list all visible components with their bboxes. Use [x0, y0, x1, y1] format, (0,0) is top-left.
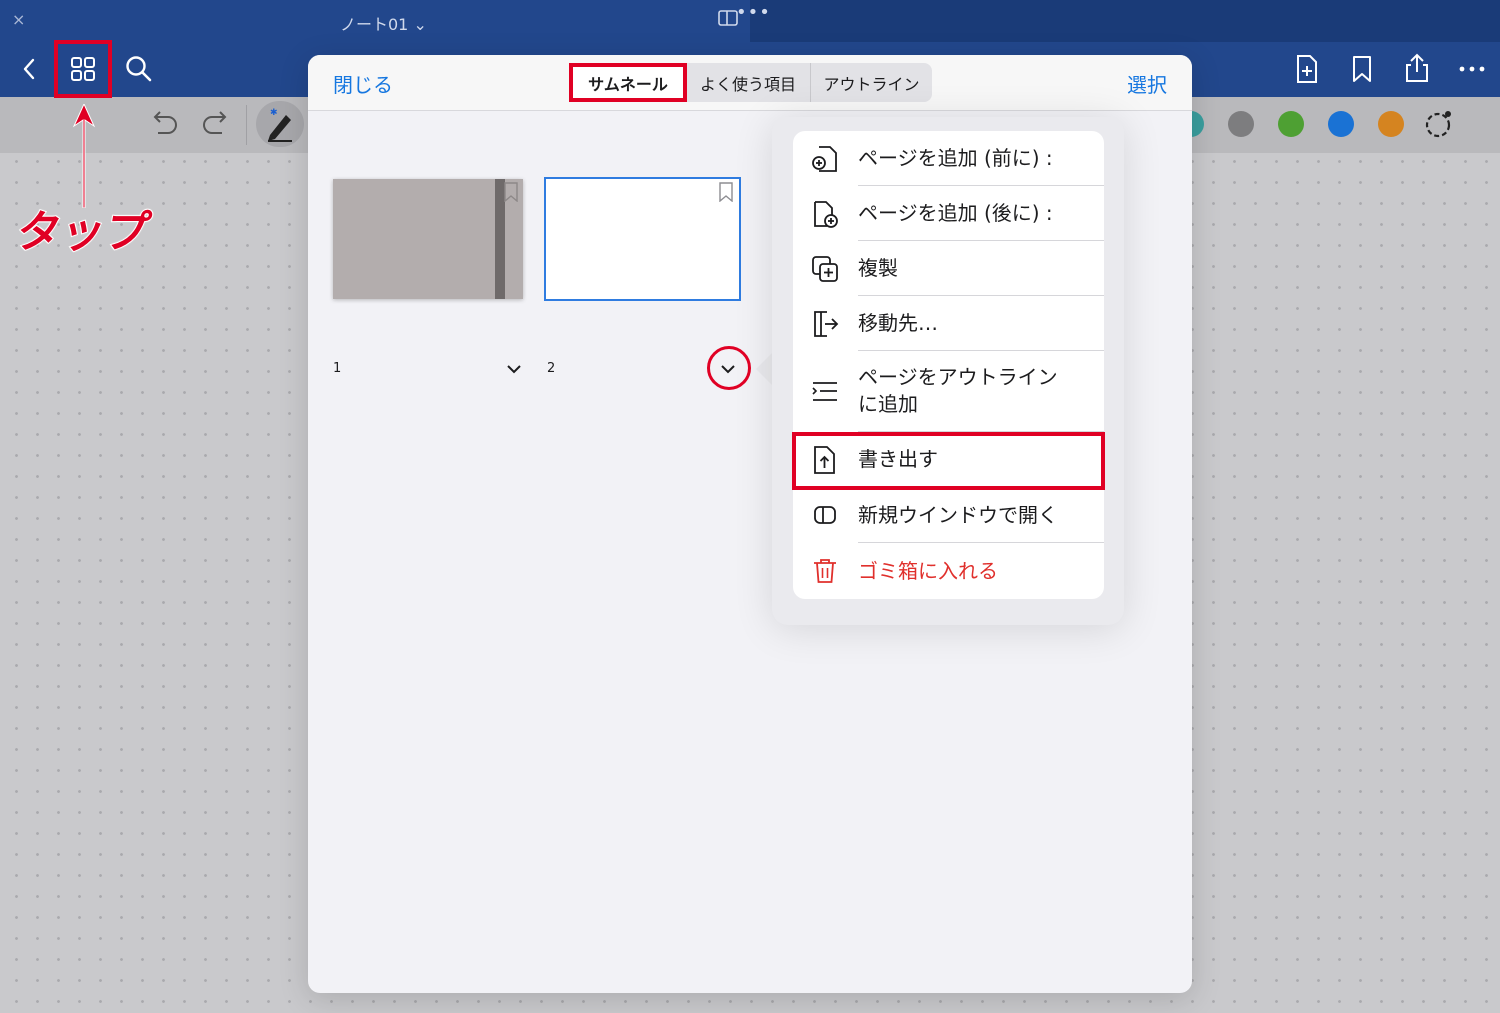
menu-item-label-line2: に追加	[858, 392, 918, 416]
color-swatch-orange[interactable]	[1378, 111, 1404, 137]
toolbar-divider	[246, 105, 247, 145]
trash-icon	[809, 555, 841, 587]
search-button[interactable]	[120, 50, 158, 88]
pen-tool-button[interactable]: ✱	[256, 101, 304, 147]
menu-item-duplicate[interactable]: 複製	[793, 241, 1104, 296]
page-1-menu-chevron-icon[interactable]	[504, 359, 524, 379]
add-page-icon	[1297, 55, 1317, 83]
thumbnail-bookmark-icon[interactable]	[718, 182, 734, 202]
tab-outline[interactable]: アウトライン	[810, 63, 932, 102]
menu-item-label: ページを追加 (後に) :	[858, 201, 1053, 225]
undo-icon[interactable]	[146, 109, 180, 139]
menu-item-add-after[interactable]: ページを追加 (後に) :	[793, 186, 1104, 241]
menu-item-label: ゴミ箱に入れる	[858, 558, 998, 583]
page-context-popover: ページを追加 (前に) : ページを追加 (後に) : 複製 移動先… ページを…	[772, 117, 1124, 625]
more-button[interactable]	[1454, 52, 1490, 86]
pen-icon: ✱	[268, 108, 292, 142]
menu-item-add-before[interactable]: ページを追加 (前に) :	[793, 131, 1104, 186]
redo-icon[interactable]	[200, 109, 234, 139]
menu-item-add-to-outline[interactable]: ページをアウトライン に追加	[793, 351, 1104, 432]
move-icon	[809, 308, 841, 340]
menu-item-label: ページを追加 (前に) :	[858, 146, 1053, 170]
bookmark-icon	[1353, 56, 1371, 82]
page-number-2: 2	[547, 361, 556, 376]
share-icon	[1406, 53, 1428, 82]
page-add-after-icon	[809, 198, 841, 230]
page-number-1: 1	[333, 361, 342, 376]
page-add-before-icon	[809, 143, 841, 175]
menu-item-label: 複製	[858, 256, 898, 280]
annotation-arrow-icon	[72, 104, 96, 208]
page-context-menu: ページを追加 (前に) : ページを追加 (後に) : 複製 移動先… ページを…	[793, 131, 1104, 599]
duplicate-icon	[809, 253, 841, 285]
back-chevron-icon	[23, 58, 35, 80]
new-window-icon	[809, 499, 841, 531]
back-button[interactable]	[14, 52, 44, 86]
split-view-icon[interactable]	[718, 10, 738, 26]
panel-header: 閉じる サムネール よく使う項目 アウトライン 選択	[308, 55, 1192, 111]
annotation-chevron-circle	[707, 346, 751, 390]
menu-item-move[interactable]: 移動先…	[793, 296, 1104, 351]
menu-item-label: ページをアウトライン	[858, 365, 1058, 389]
menu-item-move-to-trash[interactable]: ゴミ箱に入れる	[793, 543, 1104, 599]
color-swatch-gray[interactable]	[1228, 111, 1254, 137]
multitask-dots[interactable]: •••	[736, 2, 771, 23]
page-thumbnail-1[interactable]	[333, 179, 523, 299]
color-swatch-blue[interactable]	[1328, 111, 1354, 137]
add-page-button[interactable]	[1290, 52, 1324, 86]
tab-favorites[interactable]: よく使う項目	[686, 63, 810, 102]
menu-item-open-new-window[interactable]: 新規ウインドウで開く	[793, 487, 1104, 543]
share-button[interactable]	[1400, 50, 1434, 86]
annotation-grid-highlight	[54, 40, 112, 98]
outline-list-icon	[809, 376, 841, 408]
menu-item-label: 移動先…	[858, 311, 938, 335]
select-button[interactable]: 選択	[1127, 69, 1167, 98]
page-thumbnail-2[interactable]	[544, 177, 741, 301]
lasso-icon[interactable]	[1424, 109, 1454, 139]
annotation-export-highlight	[792, 432, 1105, 490]
close-button[interactable]: 閉じる	[333, 69, 393, 98]
svg-text:✱: ✱	[270, 108, 278, 118]
search-icon	[126, 56, 152, 82]
more-icon	[1459, 66, 1485, 72]
annotation-tap-label: タップ	[12, 206, 155, 259]
document-title[interactable]: ノート01 ⌄	[340, 11, 427, 35]
close-window-icon[interactable]: ×	[12, 10, 25, 29]
color-swatch-green[interactable]	[1278, 111, 1304, 137]
popover-tail	[756, 352, 773, 386]
menu-item-label: 新規ウインドウで開く	[858, 502, 1058, 527]
bookmark-button[interactable]	[1346, 52, 1378, 86]
annotation-thumbnail-tab-highlight	[569, 63, 687, 102]
thumbnail-bookmark-icon[interactable]	[503, 182, 519, 202]
top-bar-dark-strip	[750, 0, 1500, 42]
